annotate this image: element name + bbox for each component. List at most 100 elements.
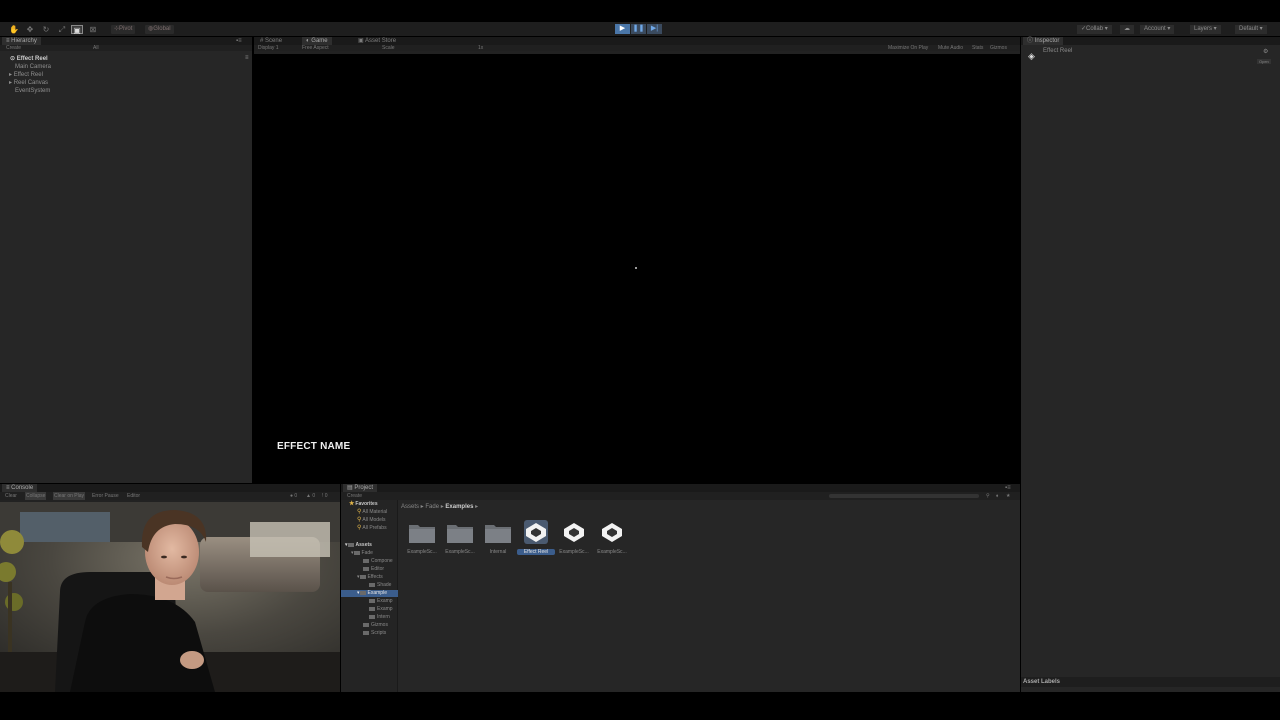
asset-label: ExampleSc... xyxy=(407,549,437,555)
console-clear-button[interactable]: Clear xyxy=(5,492,17,500)
pause-button[interactable]: ❚❚ xyxy=(631,24,646,34)
pause-icon: ❚❚ xyxy=(632,25,645,32)
star-icon: ★ xyxy=(349,501,355,507)
scene-menu-icon[interactable]: ≡ xyxy=(245,54,249,62)
tab-scene[interactable]: # Scene xyxy=(256,37,286,45)
game-view[interactable]: EFFECT NAME xyxy=(254,54,1020,483)
favorite-all-models[interactable]: ⚲All Models xyxy=(357,517,385,524)
gizmos-dropdown[interactable]: Gizmos xyxy=(990,45,1007,51)
project-create-dropdown[interactable]: Create xyxy=(347,492,362,500)
asset-item[interactable]: ExampleSc... xyxy=(441,518,479,558)
inspector-settings-icon[interactable]: ⚙ xyxy=(1263,48,1268,55)
console-error-pause-button[interactable]: Error Pause xyxy=(92,492,119,500)
breadcrumb-examples[interactable]: Examples xyxy=(445,504,473,510)
pivot-toggle[interactable]: ⊹Pivot xyxy=(111,25,136,34)
tree-item-components[interactable]: Compone xyxy=(363,558,393,565)
console-clear-on-play-button[interactable]: Clear on Play xyxy=(53,492,86,500)
console-toolbar: Clear Collapse Clear on Play Error Pause… xyxy=(0,492,340,500)
hierarchy-item-reel-canvas[interactable]: ▸ Reel Canvas xyxy=(9,79,48,87)
asset-item-selected[interactable]: Effect Reel xyxy=(517,518,555,558)
step-button[interactable]: ▶| xyxy=(647,24,662,34)
folder-icon xyxy=(359,574,366,579)
tree-item-gizmos[interactable]: Gizmos xyxy=(363,622,388,629)
console-info-count[interactable]: ● 0 xyxy=(290,492,297,500)
transform-tool-icon[interactable]: ⊠ xyxy=(87,25,99,34)
tree-item-examples[interactable]: ▾ Example xyxy=(341,590,398,597)
scene-root[interactable]: ⊙ Effect Reel xyxy=(10,55,48,63)
move-tool-icon[interactable]: ✥ xyxy=(24,25,36,34)
scale-tool-icon[interactable]: ⤢ xyxy=(56,25,68,34)
tree-item-scripts[interactable]: Scripts xyxy=(363,630,386,637)
asset-label: Effect Reel xyxy=(517,549,555,555)
breadcrumb-assets[interactable]: Assets xyxy=(401,504,419,510)
hierarchy-item-effect-reel[interactable]: ▸ Effect Reel xyxy=(9,71,43,79)
star-filter-icon[interactable]: ★ xyxy=(1006,492,1010,500)
hierarchy-panel: ≡ Hierarchy ▪≡ Create All ⊙ Effect Reel … xyxy=(0,37,252,483)
rect-tool-icon[interactable]: ▣ xyxy=(71,25,83,35)
display-dropdown[interactable]: Display 1 xyxy=(258,45,279,51)
console-editor-dropdown[interactable]: Editor xyxy=(127,492,140,500)
layers-dropdown[interactable]: Layers ▾ xyxy=(1190,25,1221,34)
tab-inspector[interactable]: ⓘ Inspector xyxy=(1023,37,1064,45)
tab-game[interactable]: ◐ Game xyxy=(302,37,332,45)
tree-item-fade[interactable]: ▾ Fade xyxy=(351,550,373,557)
rotate-tool-icon[interactable]: ↻ xyxy=(40,25,52,34)
favorite-all-prefabs[interactable]: ⚲All Prefabs xyxy=(357,525,387,532)
inspector-open-button[interactable]: Open xyxy=(1257,59,1271,64)
folder-icon xyxy=(409,525,435,543)
scale-value[interactable]: 1x xyxy=(478,45,483,51)
hierarchy-item-eventsystem[interactable]: EventSystem xyxy=(15,87,50,95)
play-icon: ▶ xyxy=(619,25,626,32)
tree-item-example-2[interactable]: Examp xyxy=(369,606,393,613)
asset-item[interactable]: Internal xyxy=(479,518,517,558)
folder-icon xyxy=(369,614,375,619)
play-button[interactable]: ▶ xyxy=(615,24,630,34)
asset-label: ExampleSc... xyxy=(445,549,475,555)
search-icon: ⚲ xyxy=(357,525,362,531)
tab-hierarchy[interactable]: ≡ Hierarchy xyxy=(2,37,41,45)
project-search-input[interactable] xyxy=(829,494,979,498)
assets-root[interactable]: ▾ Assets xyxy=(345,542,372,549)
project-menu-icon[interactable]: ▪≡ xyxy=(1001,484,1015,492)
console-collapse-button[interactable]: Collapse xyxy=(25,492,47,500)
favorites-header[interactable]: ★Favorites xyxy=(349,501,378,508)
tab-console[interactable]: ≡ Console xyxy=(2,484,38,492)
tree-item-internal[interactable]: Intern xyxy=(369,614,390,621)
breadcrumb-fade[interactable]: Fade xyxy=(425,504,439,510)
layout-dropdown[interactable]: Default ▾ xyxy=(1235,25,1267,34)
favorite-all-materials[interactable]: ⚲All Material xyxy=(357,509,387,516)
tree-item-effects[interactable]: ▾ Effects xyxy=(357,574,383,581)
tab-project[interactable]: ▤ Project xyxy=(343,484,378,492)
mute-audio-toggle[interactable]: Mute Audio xyxy=(938,45,963,51)
aspect-dropdown[interactable]: Free Aspect xyxy=(302,45,329,51)
filter-type-icon[interactable]: ⚲ xyxy=(986,492,990,500)
global-toggle[interactable]: ◍Global xyxy=(145,25,174,34)
account-dropdown[interactable]: Account ▾ xyxy=(1140,25,1175,34)
asset-label: ExampleSc... xyxy=(559,549,589,555)
create-dropdown[interactable]: Create xyxy=(6,45,21,51)
cloud-button[interactable]: ☁ xyxy=(1120,25,1134,34)
project-tree: ★Favorites ⚲All Material ⚲All Models ⚲Al… xyxy=(341,500,398,692)
hand-tool-icon[interactable]: ✋ xyxy=(8,25,20,34)
tree-item-example-1[interactable]: Examp xyxy=(369,598,393,605)
hierarchy-search[interactable]: All xyxy=(93,45,99,51)
stats-toggle[interactable]: Stats xyxy=(972,45,983,51)
asset-item[interactable]: ExampleSc... xyxy=(593,518,631,558)
filter-label-icon[interactable]: ⬧ xyxy=(996,492,998,500)
cloud-icon: ☁ xyxy=(1124,26,1130,32)
folder-icon xyxy=(369,606,375,611)
asset-item[interactable]: ExampleSc... xyxy=(403,518,441,558)
tree-item-editor[interactable]: Editor xyxy=(363,566,384,573)
tree-item-shaders[interactable]: Shade xyxy=(369,582,391,589)
tab-asset-store[interactable]: ▣ Asset Store xyxy=(354,37,400,45)
collab-dropdown[interactable]: ✓Collab ▾ xyxy=(1077,25,1112,34)
unity-scene-icon: ◈ xyxy=(1028,51,1035,61)
console-warning-count[interactable]: ▲ 0 xyxy=(306,492,315,500)
hierarchy-item-main-camera[interactable]: Main Camera xyxy=(15,63,51,71)
panel-menu-icon[interactable]: ▪≡ xyxy=(232,37,246,45)
folder-icon xyxy=(369,598,375,603)
console-error-count[interactable]: ! 0 xyxy=(322,492,328,500)
project-panel: ▤ Project ▪≡ Create ⚲ ⬧ ★ ★Favorites ⚲Al… xyxy=(341,484,1020,692)
maximize-on-play-toggle[interactable]: Maximize On Play xyxy=(888,45,928,51)
asset-item[interactable]: ExampleSc... xyxy=(555,518,593,558)
